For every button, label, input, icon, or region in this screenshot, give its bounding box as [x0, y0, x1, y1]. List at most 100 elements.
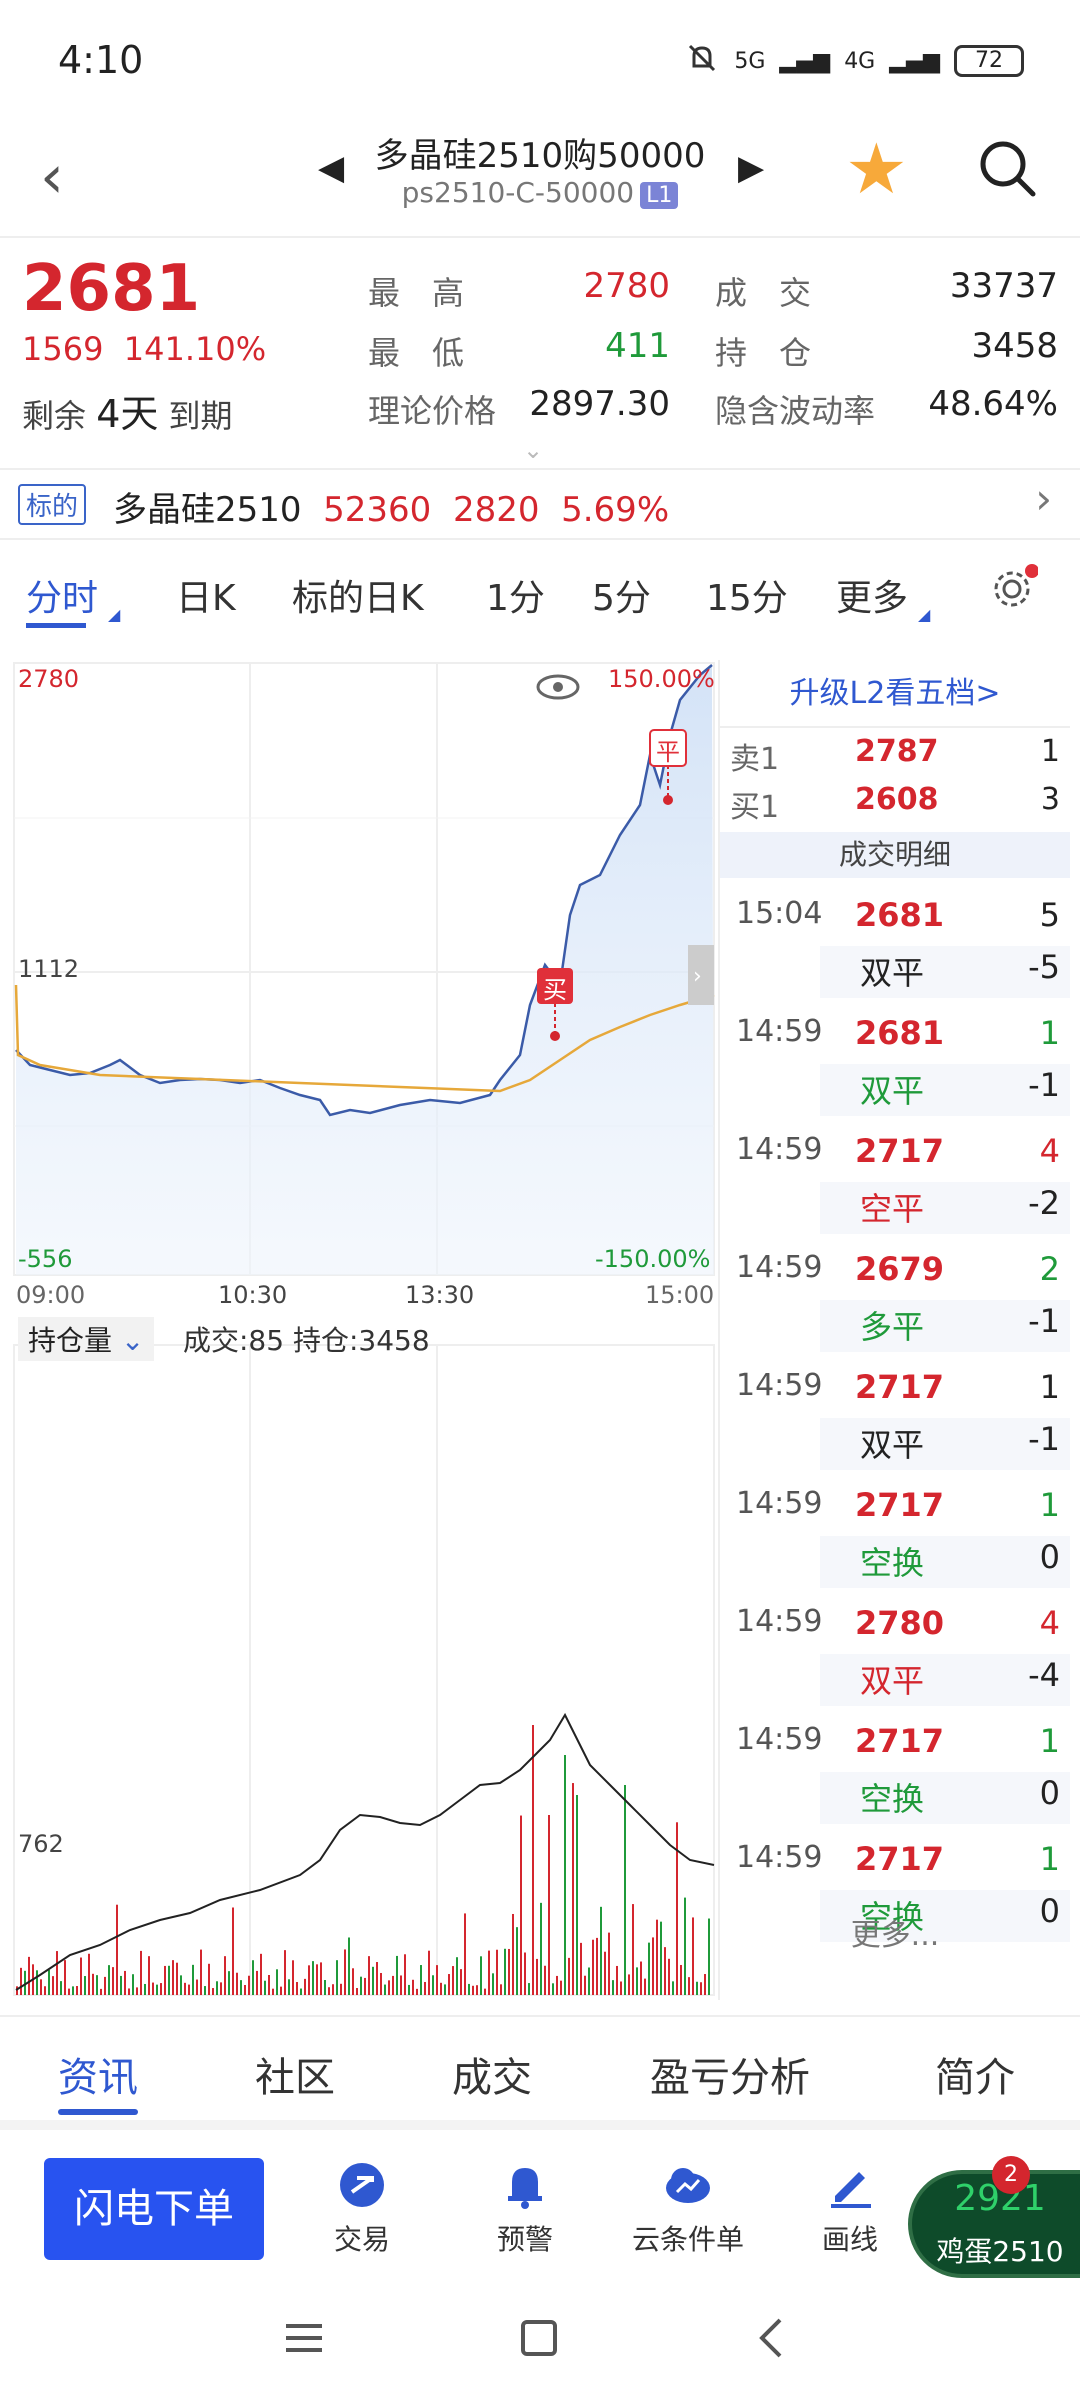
trade-type: 双平 [860, 1662, 925, 1700]
floating-quote-egg[interactable]: 2921 鸡蛋2510 [908, 2170, 1080, 2278]
trade-volume: 5 [1039, 896, 1060, 934]
volume-bar [120, 1975, 122, 1995]
upgrade-l2-link[interactable]: 升级L2看五档> [720, 660, 1070, 728]
volume-bar [700, 1982, 702, 1995]
low-value: 411 [605, 326, 670, 366]
underlying-price: 52360 [323, 490, 432, 530]
tab-news[interactable]: 资讯 [58, 2045, 138, 2103]
buy-marker[interactable]: 买 [543, 970, 567, 1005]
tab-1min[interactable]: 1分 [486, 569, 545, 621]
trade-button[interactable]: 交易 [292, 2160, 432, 2258]
level-badge: L1 [640, 182, 679, 209]
trade-row: 14:59 2717 4 空平 -2 [720, 1122, 1070, 1240]
settings-gear-icon[interactable] [990, 563, 1039, 620]
bell-icon [508, 2168, 542, 2209]
volume-bar [40, 1979, 42, 1995]
signal-bars-icon: ▂▄▆ [779, 48, 831, 74]
tab-community[interactable]: 社区 [255, 2045, 335, 2103]
trade-row: 14:59 2717 1 双平 -1 [720, 1358, 1070, 1476]
menu-icon[interactable] [280, 2314, 328, 2366]
trade-volume: 1 [1039, 1486, 1060, 1524]
contract-title: 多晶硅2510购50000 [374, 136, 706, 176]
volume-bar [348, 1937, 350, 1995]
draw-line-button[interactable]: 画线 [780, 2160, 920, 2258]
volume-bar [312, 1961, 314, 1995]
tab-15min[interactable]: 15分 [706, 569, 788, 621]
volume-bar [304, 1978, 306, 1995]
trade-price: 2679 [855, 1250, 945, 1288]
trade-volume: 4 [1039, 1604, 1060, 1642]
volume-bar [60, 1981, 62, 1995]
volume-bar [192, 1964, 194, 1995]
intraday-chart[interactable]: › 2780 150.00% 1112 -556 -150.00% 09:00 … [0, 655, 718, 2005]
bid-qty: 3 [1040, 782, 1060, 817]
close-marker[interactable]: 平 [656, 732, 680, 767]
search-icon[interactable] [975, 136, 1039, 204]
volume-bar [680, 1964, 682, 1995]
tab-pnl-analysis[interactable]: 盈亏分析 [650, 2045, 810, 2103]
volume-bar [624, 1784, 626, 1995]
volume-bar [596, 1937, 598, 1995]
trade-type: 双平 [860, 1072, 925, 1110]
volume-bar [332, 1984, 334, 1995]
volume-bar [436, 1965, 438, 1995]
volume-bar [108, 1965, 110, 1995]
volume-bar [532, 1725, 534, 1995]
trade-detail-panel: 升级L2看五档> 卖1 2787 1 买1 2608 3 成交明细 15:04 2… [718, 660, 1070, 2000]
more-trades-link[interactable]: 更多... [720, 1910, 1070, 1954]
volume-bar [616, 1965, 618, 1995]
action-bar: 闪电下单 交易 预警 云条件单 画线 2921 鸡蛋2510 2 [0, 2120, 1080, 2290]
tab-intraday[interactable]: 分时 [26, 569, 98, 621]
underlying-change: 2820 [452, 490, 540, 530]
volume-bar [16, 1986, 18, 1995]
trade-oi-change: -1 [1028, 1302, 1060, 1340]
sub-indicator-select[interactable]: 持仓量 ⌄ [18, 1317, 155, 1361]
cloud-order-button[interactable]: 云条件单 [618, 2160, 758, 2258]
volume-bar [76, 1986, 78, 1995]
volume-bar [276, 1969, 278, 1995]
trade-type-bg [820, 1772, 1070, 1824]
volume-bar [484, 1988, 486, 1995]
trade-volume: 1 [1039, 1722, 1060, 1760]
favorite-star-icon[interactable]: ★ [845, 128, 908, 210]
high-value: 2780 [583, 266, 670, 306]
volume-bar [460, 1969, 462, 1995]
volume-label: 成 交 [715, 274, 812, 312]
volume-bar [592, 1939, 594, 1995]
low-label: 最 低 [368, 334, 465, 372]
volume-bar [620, 1981, 622, 1995]
volume-bar [320, 1962, 322, 1995]
back-nav-icon[interactable] [748, 2314, 796, 2366]
home-icon[interactable] [515, 2314, 563, 2366]
more-dropdown-icon: ◢ [918, 605, 931, 624]
tab-5min[interactable]: 5分 [592, 569, 651, 621]
volume-bar [272, 1988, 274, 1995]
next-contract-icon[interactable]: ▶ [738, 148, 764, 188]
underlying-bar[interactable]: 标的 多晶硅2510 52360 2820 5.69% › [0, 472, 1080, 540]
tab-daily-k[interactable]: 日K [176, 569, 236, 621]
ask-price: 2787 [855, 734, 939, 769]
volume-bar [172, 1960, 174, 1995]
volume-bar [480, 1956, 482, 1995]
alert-button[interactable]: 预警 [455, 2160, 595, 2258]
flash-order-button[interactable]: 闪电下单 [44, 2158, 264, 2260]
oi-label: 持 仓 [715, 334, 812, 372]
volume-bar [432, 1975, 434, 1995]
tab-intro[interactable]: 简介 [935, 2045, 1015, 2103]
status-bar: 4:10 5G ▂▄▆ 4G ▂▄▆ 72 [0, 0, 1080, 120]
volume-bar [548, 1815, 550, 1995]
sub-chart-level: 762 [18, 1830, 64, 1858]
expand-chevron-icon[interactable]: ⌄ [523, 436, 543, 464]
volume-bar [140, 1950, 142, 1995]
volume-bar [636, 1967, 638, 1995]
volume-bar [92, 1973, 94, 1995]
tab-trades[interactable]: 成交 [452, 2045, 532, 2103]
tab-more[interactable]: 更多 [836, 569, 908, 621]
ask-label: 卖1 [730, 742, 780, 777]
cloud-order-label: 云条件单 [631, 2223, 744, 2256]
volume-bar [36, 1970, 38, 1995]
volume-bar [492, 1973, 494, 1995]
tab-underlying-daily-k[interactable]: 标的日K [292, 569, 424, 621]
volume-bar [116, 1904, 118, 1995]
volume-bar [452, 1966, 454, 1995]
